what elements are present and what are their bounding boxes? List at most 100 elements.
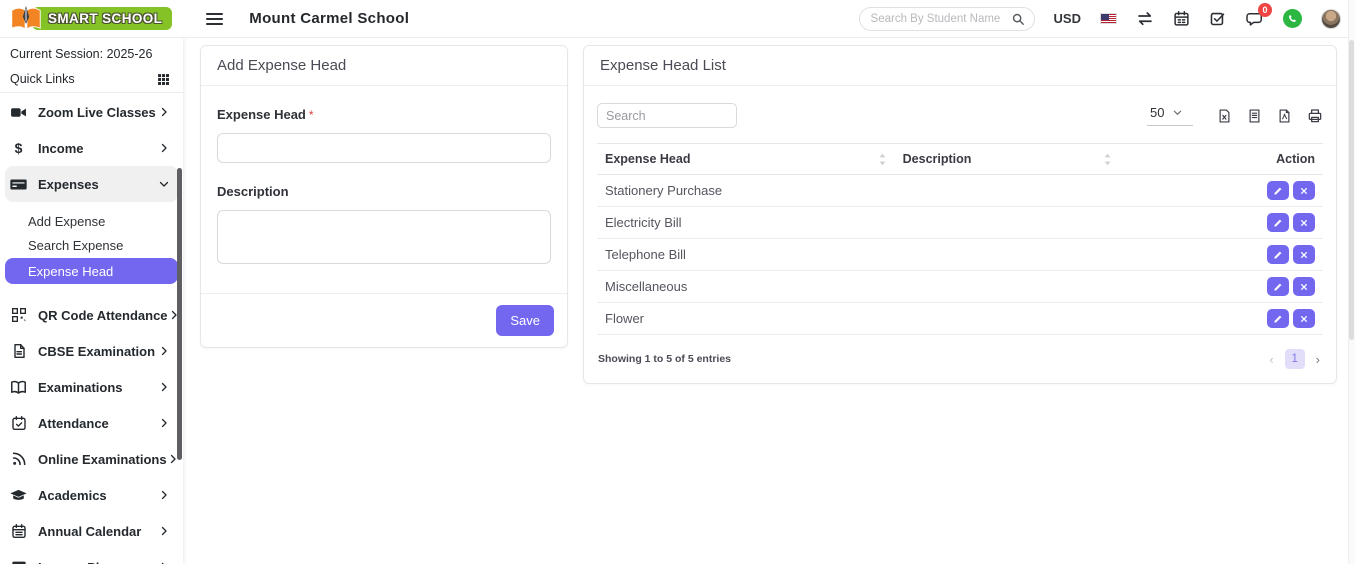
- chevron-right-icon: [158, 106, 170, 118]
- sidebar-nav: Zoom Live Classes $ Income Expenses Add …: [0, 93, 183, 564]
- expense-head-cell: Telephone Bill: [597, 238, 895, 271]
- form-footer: Save: [201, 293, 567, 347]
- quick-links[interactable]: Quick Links: [0, 66, 183, 92]
- sidebar: Current Session: 2025-26 Quick Links Zoo…: [0, 38, 183, 564]
- edit-button[interactable]: [1267, 309, 1289, 328]
- export-icons: [1217, 108, 1323, 124]
- description-cell: [894, 302, 1120, 335]
- sidebar-item-lesson-plan[interactable]: Lesson Plan: [0, 549, 183, 564]
- chat-badge: 0: [1258, 2, 1272, 17]
- user-avatar[interactable]: [1321, 8, 1341, 29]
- lesson-plan-icon: [10, 559, 27, 564]
- sidebar-item-examinations[interactable]: Examinations: [0, 369, 183, 405]
- edit-button[interactable]: [1267, 213, 1289, 232]
- calendar-grid-icon: [10, 523, 27, 539]
- sidebar-item-label: Lesson Plan: [38, 560, 115, 564]
- table-search-input[interactable]: [597, 103, 737, 128]
- delete-button[interactable]: [1293, 245, 1315, 264]
- language-flag-icon[interactable]: [1100, 13, 1117, 24]
- currency-selector[interactable]: USD: [1054, 11, 1081, 26]
- description-cell: [894, 270, 1120, 303]
- delete-button[interactable]: [1293, 277, 1315, 296]
- rss-icon: [10, 451, 27, 467]
- export-csv-icon[interactable]: [1247, 108, 1262, 124]
- page-scrollbar-thumb[interactable]: [1349, 40, 1354, 340]
- expense-head-cell: Miscellaneous: [597, 270, 895, 303]
- sidebar-item-attendance[interactable]: Attendance: [0, 405, 183, 441]
- description-field[interactable]: [217, 210, 551, 264]
- student-search-input[interactable]: [870, 12, 1001, 25]
- task-check-icon[interactable]: [1209, 10, 1226, 27]
- description-cell: [894, 238, 1120, 271]
- submenu-item-add-expense[interactable]: Add Expense: [0, 209, 183, 233]
- main-content: Add Expense Head Expense Head * Descripti…: [183, 38, 1355, 564]
- calendar-icon[interactable]: [1173, 10, 1190, 27]
- expense-head-field[interactable]: [217, 133, 551, 163]
- edit-button[interactable]: [1267, 245, 1289, 264]
- sidebar-item-zoom-live-classes[interactable]: Zoom Live Classes: [0, 94, 183, 130]
- table-header-row: Expense Head Description Action: [597, 143, 1323, 175]
- column-header-description[interactable]: Description: [894, 143, 1120, 175]
- sidebar-item-academics[interactable]: Academics: [0, 477, 183, 513]
- description-label: Description: [217, 184, 289, 199]
- expense-head-label: Expense Head: [217, 107, 306, 122]
- print-icon[interactable]: [1307, 108, 1323, 124]
- sidebar-item-expenses[interactable]: Expenses: [5, 166, 178, 202]
- pagination: ‹ 1 ›: [1269, 349, 1320, 369]
- sort-icon[interactable]: [1103, 153, 1112, 166]
- form-body: Expense Head * Description: [201, 86, 567, 293]
- hamburger-menu-icon[interactable]: [206, 12, 224, 26]
- open-book-icon: [10, 379, 27, 396]
- delete-button[interactable]: [1293, 309, 1315, 328]
- delete-button[interactable]: [1293, 213, 1315, 232]
- table-row: Stationery Purchase: [597, 174, 1323, 207]
- submenu-item-expense-head[interactable]: Expense Head: [5, 258, 178, 284]
- expense-head-cell: Electricity Bill: [597, 206, 895, 239]
- sidebar-item-annual-calendar[interactable]: Annual Calendar: [0, 513, 183, 549]
- search-icon[interactable]: [1011, 12, 1025, 26]
- pagination-page-1[interactable]: 1: [1284, 349, 1305, 369]
- list-toolbar: 50: [584, 86, 1336, 143]
- page-title: Mount Carmel School: [249, 10, 410, 27]
- grid-icon: [157, 73, 170, 86]
- current-session-label: Current Session: 2025-26: [10, 47, 153, 61]
- sidebar-item-qr-code-attendance[interactable]: QR Code Attendance: [0, 297, 183, 333]
- expense-head-list-card: Expense Head List 50: [583, 45, 1337, 384]
- sort-icon[interactable]: [878, 153, 887, 166]
- submenu-item-search-expense[interactable]: Search Expense: [0, 233, 183, 257]
- whatsapp-icon[interactable]: [1283, 9, 1302, 28]
- export-excel-icon[interactable]: [1217, 108, 1232, 124]
- expense-head-cell: Stationery Purchase: [597, 174, 895, 207]
- sidebar-item-online-examinations[interactable]: Online Examinations: [0, 441, 183, 477]
- column-label: Description: [902, 152, 972, 166]
- toolbar-right: 50: [1147, 105, 1323, 126]
- sidebar-item-label: Online Examinations: [38, 451, 167, 467]
- quick-links-label: Quick Links: [10, 72, 75, 86]
- expense-head-cell: Flower: [597, 302, 895, 335]
- pagination-prev[interactable]: ‹: [1269, 352, 1273, 367]
- sidebar-item-label: Expenses: [38, 176, 99, 192]
- page-scrollbar[interactable]: [1348, 0, 1355, 564]
- student-search-box[interactable]: [858, 6, 1035, 31]
- page-size-select[interactable]: 50: [1147, 105, 1193, 126]
- sidebar-scrollbar[interactable]: [177, 168, 182, 460]
- expenses-submenu: Add Expense Search Expense Expense Head: [0, 202, 183, 297]
- entries-summary: Showing 1 to 5 of 5 entries: [598, 353, 732, 365]
- dollar-icon: $: [14, 140, 23, 156]
- save-button[interactable]: Save: [496, 305, 554, 336]
- app-logo[interactable]: SMART SCHOOL: [10, 5, 173, 32]
- pagination-next[interactable]: ›: [1316, 352, 1320, 367]
- sidebar-item-label: QR Code Attendance: [38, 307, 168, 323]
- sidebar-item-income[interactable]: $ Income: [0, 130, 183, 166]
- edit-button[interactable]: [1267, 277, 1289, 296]
- sidebar-item-cbse-examination[interactable]: CBSE Examination: [0, 333, 183, 369]
- required-marker: *: [308, 108, 314, 122]
- swap-arrows-icon[interactable]: [1136, 10, 1154, 28]
- column-header-expense-head[interactable]: Expense Head: [597, 143, 895, 175]
- sidebar-item-label: Annual Calendar: [38, 523, 142, 539]
- export-pdf-icon[interactable]: [1277, 108, 1292, 124]
- delete-button[interactable]: [1293, 181, 1315, 200]
- edit-button[interactable]: [1267, 181, 1289, 200]
- chat-icon[interactable]: 0: [1245, 2, 1272, 28]
- table-row: Flower: [597, 302, 1323, 335]
